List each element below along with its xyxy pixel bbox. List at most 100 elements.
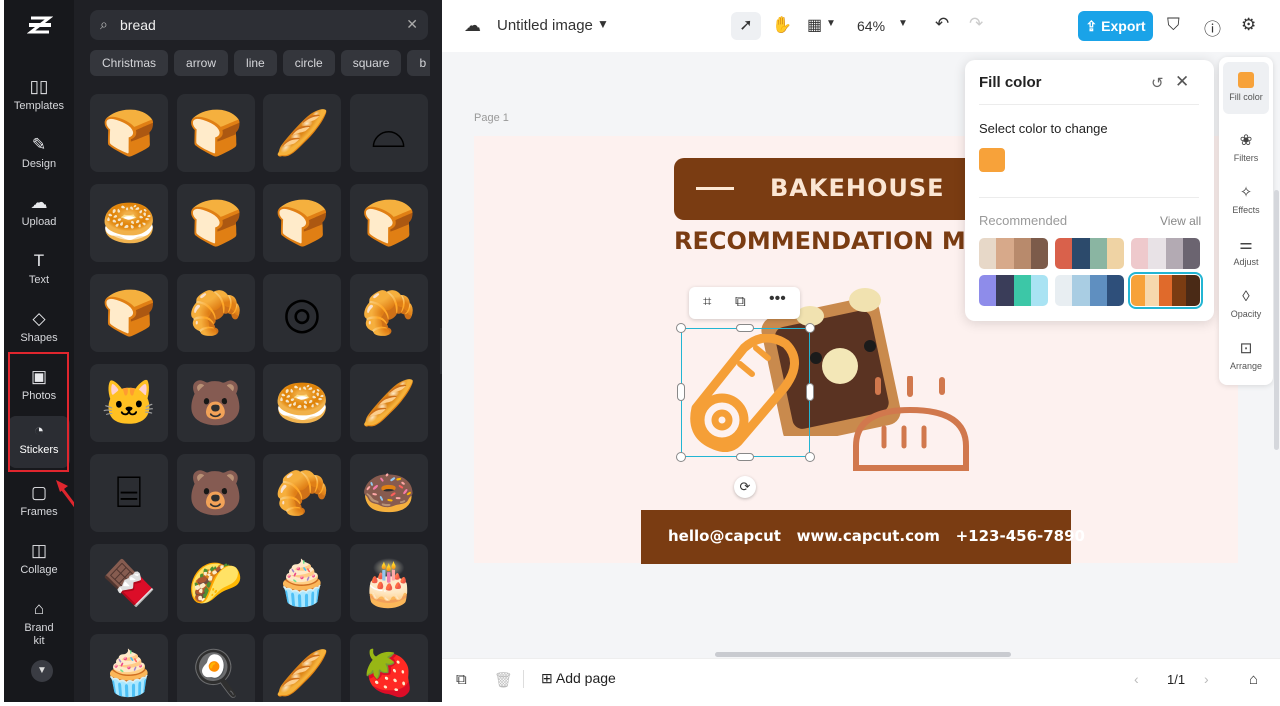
- cream-puff-sticker[interactable]: 🧁: [263, 544, 341, 622]
- bread-outline-image[interactable]: [850, 376, 972, 474]
- white-loaf-sticker[interactable]: 🍞: [263, 184, 341, 262]
- chevron-down-icon[interactable]: ▼: [898, 18, 908, 29]
- chevron-down-icon[interactable]: ▼: [31, 660, 53, 682]
- color-palette[interactable]: [979, 275, 1048, 306]
- view-all-link[interactable]: View all: [1160, 214, 1201, 228]
- resize-handle[interactable]: [805, 323, 815, 333]
- color-palette[interactable]: [1055, 275, 1124, 306]
- color-palette[interactable]: [1131, 238, 1200, 269]
- nav-collage[interactable]: ◫ Collage: [8, 536, 70, 588]
- raspberry-plate-sticker[interactable]: 🍓: [349, 634, 428, 702]
- bread-bag-sticker[interactable]: 🥐: [263, 454, 341, 532]
- help-icon[interactable]: ⓘ: [1204, 15, 1221, 40]
- tag-chip[interactable]: Christmas: [90, 50, 169, 76]
- nav-upload[interactable]: ☁ Upload: [8, 188, 70, 240]
- more-icon[interactable]: •••: [769, 290, 786, 308]
- nav-templates[interactable]: ▯▯ Templates: [8, 72, 70, 124]
- egg-sticker[interactable]: 🍳: [176, 634, 255, 702]
- chevron-down-icon[interactable]: ▼: [826, 18, 836, 29]
- toaster-outline-sticker[interactable]: ⌸: [90, 454, 168, 532]
- tag-chip[interactable]: line: [234, 50, 277, 76]
- current-color-swatch[interactable]: [979, 148, 1005, 172]
- zoom-level[interactable]: 64%: [857, 18, 885, 34]
- tool-opacity[interactable]: ◊ Opacity: [1223, 279, 1269, 331]
- paper-bag-bread-sticker[interactable]: 🥖: [263, 634, 341, 702]
- resize-handle[interactable]: [805, 452, 815, 462]
- duplicate-icon[interactable]: ⧉: [735, 293, 746, 310]
- cloud-icon[interactable]: ☁: [464, 16, 481, 36]
- cupcake-sticker[interactable]: 🧁: [90, 634, 168, 702]
- round-loaf-sticker[interactable]: 🥯: [90, 184, 168, 262]
- resize-handle[interactable]: [676, 323, 686, 333]
- bear-toast-sticker[interactable]: 🐻: [176, 364, 255, 442]
- tool-fill-color[interactable]: Fill color: [1223, 62, 1269, 114]
- tool-adjust[interactable]: ⚌ Adjust: [1223, 227, 1269, 279]
- document-title[interactable]: Untitled image: [497, 17, 593, 34]
- layout-icon[interactable]: ▦: [807, 15, 822, 35]
- chevron-down-icon[interactable]: ▼: [597, 17, 609, 31]
- heart-cake-sticker[interactable]: 🎂: [349, 544, 428, 622]
- baguettes-sticker[interactable]: 🥖: [349, 364, 428, 442]
- bear-bread-sticker[interactable]: 🐻: [176, 454, 255, 532]
- page-heading[interactable]: RECOMMENDATION M: [674, 227, 966, 255]
- rotate-icon[interactable]: ⟳: [734, 476, 756, 498]
- tag-chip[interactable]: square: [340, 50, 402, 76]
- layers-icon[interactable]: ⧉: [456, 671, 467, 688]
- vertical-scrollbar[interactable]: [1274, 190, 1279, 450]
- tool-effects[interactable]: ✧ Effects: [1223, 175, 1269, 227]
- chocolate-plate-sticker[interactable]: 🍫: [90, 544, 168, 622]
- nav-brand-kit[interactable]: ⌂ Brand kit: [8, 594, 70, 650]
- crepe-sticker[interactable]: 🌮: [176, 544, 255, 622]
- close-icon[interactable]: ✕: [1175, 72, 1189, 92]
- export-button[interactable]: ⇪ Export: [1078, 11, 1153, 41]
- toolbox-icon[interactable]: ⌂: [1249, 671, 1258, 688]
- swiss-roll-outline-sticker[interactable]: ◎: [263, 274, 341, 352]
- tag-chip[interactable]: b: [407, 50, 430, 76]
- croissant-sticker[interactable]: 🥐: [349, 274, 428, 352]
- selection-box[interactable]: [681, 328, 810, 457]
- resize-handle[interactable]: [806, 383, 814, 401]
- bread-rolls-sticker[interactable]: 🥯: [263, 364, 341, 442]
- resize-handle[interactable]: [736, 453, 754, 461]
- banner-title[interactable]: BAKEHOUSE: [770, 174, 945, 202]
- add-page-button[interactable]: ⊞ Add page: [541, 670, 616, 687]
- brioche-sticker[interactable]: 🍞: [349, 184, 428, 262]
- tag-chip[interactable]: arrow: [174, 50, 229, 76]
- trash-icon[interactable]: 🗑: [494, 671, 513, 689]
- reset-icon[interactable]: ↺: [1151, 74, 1164, 92]
- capcut-logo[interactable]: [26, 12, 54, 38]
- color-palette[interactable]: [1128, 272, 1203, 309]
- horizontal-scrollbar[interactable]: [715, 652, 1011, 657]
- donut-sticker[interactable]: 🍩: [349, 454, 428, 532]
- gear-icon[interactable]: ⚙: [1241, 15, 1256, 35]
- nav-design[interactable]: ✎ Design: [8, 130, 70, 182]
- baguette-sticker[interactable]: 🥖: [263, 94, 341, 172]
- chocolate-roll-sticker[interactable]: 🥐: [176, 274, 255, 352]
- color-palette[interactable]: [1055, 238, 1124, 269]
- tool-filters[interactable]: ❀ Filters: [1223, 123, 1269, 175]
- undo-icon[interactable]: ↶: [935, 14, 949, 34]
- close-icon[interactable]: ✕: [406, 16, 418, 33]
- contact-text[interactable]: hello@capcut www.capcut.com +123-456-789…: [668, 527, 1085, 545]
- search-bar[interactable]: ⌕ bread ✕: [90, 10, 428, 40]
- tag-chip[interactable]: circle: [282, 50, 335, 76]
- cat-toast-sticker[interactable]: 🐱: [90, 364, 168, 442]
- crop-icon[interactable]: ⌗: [703, 293, 711, 310]
- bread-slice-sticker[interactable]: 🍞: [90, 94, 168, 172]
- next-page-icon[interactable]: ›: [1204, 671, 1209, 687]
- nav-text[interactable]: T Text: [8, 246, 70, 298]
- resize-handle[interactable]: [677, 383, 685, 401]
- sliced-loaf-sticker[interactable]: 🍞: [176, 94, 255, 172]
- resize-handle[interactable]: [676, 452, 686, 462]
- toast-peanut-butter-sticker[interactable]: 🍞: [90, 274, 168, 352]
- prev-page-icon[interactable]: ‹: [1134, 671, 1139, 687]
- bread-outline-sticker[interactable]: ⌓: [349, 94, 428, 172]
- nav-shapes[interactable]: ◇ Shapes: [8, 304, 70, 356]
- pointer-icon[interactable]: ➚: [731, 12, 761, 40]
- color-palette[interactable]: [979, 238, 1048, 269]
- hand-icon[interactable]: ✋: [772, 15, 792, 35]
- tool-arrange[interactable]: ⊡ Arrange: [1223, 331, 1269, 383]
- resize-handle[interactable]: [736, 324, 754, 332]
- search-input[interactable]: bread: [120, 17, 156, 33]
- redo-icon[interactable]: ↷: [969, 14, 983, 34]
